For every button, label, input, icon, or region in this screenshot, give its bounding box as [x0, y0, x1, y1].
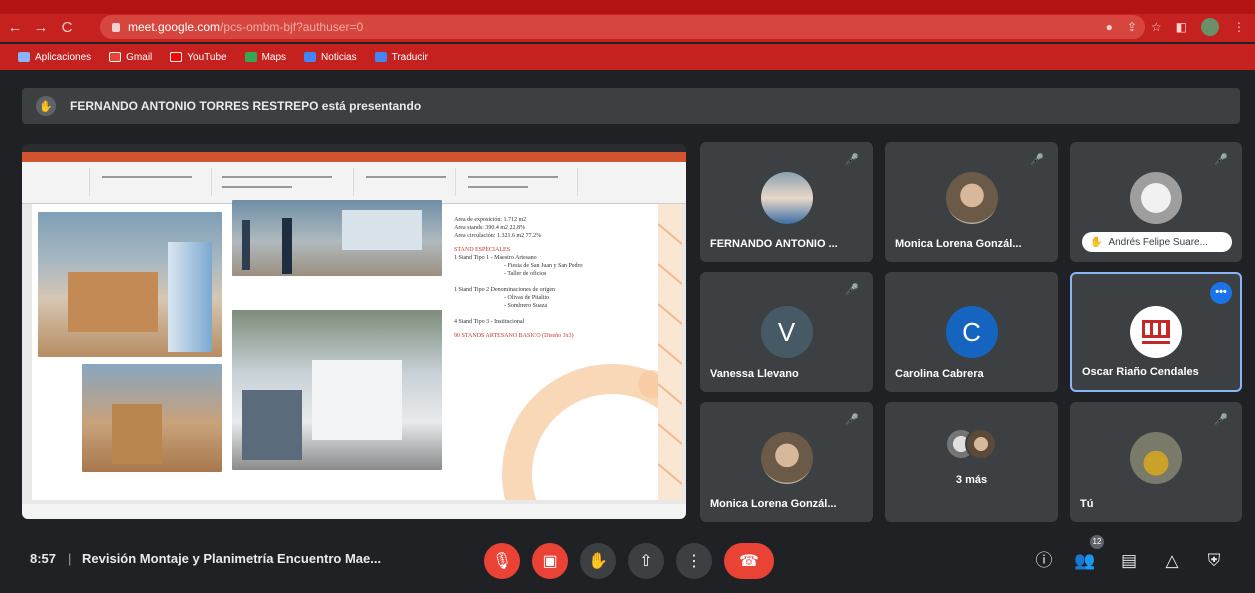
slide: Area de exposición: 1.712 m2 Area stands…: [32, 200, 682, 500]
present-button[interactable]: ⇧: [628, 543, 664, 579]
reload-icon[interactable]: C: [56, 19, 78, 36]
bookmark-aplicaciones[interactable]: Aplicaciones: [18, 52, 91, 63]
camera-toggle-button[interactable]: ▣: [532, 543, 568, 579]
participant-avatar: [760, 172, 813, 224]
chat-icon[interactable]: ▤: [1115, 547, 1143, 575]
mic-off-icon: 🎤: [1030, 154, 1044, 166]
profile-avatar[interactable]: [1201, 18, 1219, 36]
participant-name: Oscar Riaño Cendales: [1082, 366, 1199, 378]
bookmark-maps[interactable]: Maps: [244, 52, 286, 63]
bookmarks-bar: Aplicaciones Gmail YouTube Maps Noticias…: [0, 44, 1255, 70]
participant-tile-5[interactable]: C Carolina Cabrera: [885, 272, 1058, 392]
mic-off-icon: 🎤: [1214, 154, 1228, 166]
self-avatar: [1130, 432, 1182, 484]
meeting-time: 8:57: [30, 551, 57, 566]
participant-name: FERNANDO ANTONIO ...: [710, 238, 838, 250]
participant-name: Monica Lorena Gonzál...: [895, 238, 1022, 250]
participant-tile-1[interactable]: 🎤 FERNANDO ANTONIO ...: [700, 142, 873, 262]
separator: |: [68, 551, 72, 566]
more-participants-label: 3 más: [955, 474, 988, 486]
mic-toggle-button[interactable]: 🎙: [484, 543, 520, 579]
mic-off-icon: 🎤: [845, 414, 859, 426]
people-count-badge: 12: [1090, 535, 1104, 549]
share-icon[interactable]: ⇪: [1127, 20, 1137, 34]
shared-screen[interactable]: Area de exposición: 1.712 m2 Area stands…: [22, 144, 686, 519]
raise-hand-button[interactable]: ✋: [580, 543, 616, 579]
slide-text: Area de exposición: 1.712 m2 Area stands…: [454, 217, 583, 339]
presenting-banner: ✋ FERNANDO ANTONIO TORRES RESTREPO está …: [22, 88, 1240, 124]
lock-icon: [112, 22, 120, 32]
url-path: /pcs-ombm-bjf?authuser=0: [220, 20, 364, 34]
mic-off-icon: 🎤: [845, 284, 859, 296]
bookmark-gmail[interactable]: Gmail: [109, 52, 152, 63]
expo-photo-2: [232, 200, 442, 276]
presenter-avatar: ✋: [36, 96, 56, 116]
leave-call-button[interactable]: ☎: [724, 543, 774, 579]
powerpoint-titlebar: [22, 152, 686, 162]
more-options-icon[interactable]: •••: [1210, 282, 1232, 304]
url-host: meet.google.com: [128, 20, 221, 34]
people-icon[interactable]: 👥: [1071, 547, 1099, 575]
more-options-button[interactable]: ⋮: [676, 543, 712, 579]
participant-name: Monica Lorena Gonzál...: [710, 498, 837, 510]
forward-icon[interactable]: →: [30, 19, 52, 36]
maps-icon: [244, 52, 257, 62]
youtube-icon: [170, 52, 183, 62]
participant-tile-2[interactable]: 🎤 Monica Lorena Gonzál...: [885, 142, 1058, 262]
apps-icon: [18, 52, 30, 62]
bookmark-noticias[interactable]: Noticias: [304, 52, 357, 63]
participant-tile-7[interactable]: 🎤 Monica Lorena Gonzál...: [700, 402, 873, 522]
speaking-pill: ✋ Andrés Felipe Suare...: [1082, 232, 1232, 252]
expo-photo-1: [38, 212, 222, 357]
slide-pattern: [658, 204, 682, 500]
participant-avatar: [1130, 172, 1182, 224]
participant-letter-avatar: V: [760, 306, 813, 358]
participant-tile-4[interactable]: 🎤 V Vanessa Llevano: [700, 272, 873, 392]
participant-tile-3[interactable]: 🎤 ✋ Andrés Felipe Suare...: [1070, 142, 1242, 262]
participant-tile-6[interactable]: ••• Oscar Riaño Cendales: [1070, 272, 1242, 392]
participant-logo: [1130, 306, 1182, 358]
expo-photo-4: [232, 310, 442, 470]
meet-window: ✋ FERNANDO ANTONIO TORRES RESTREPO está …: [0, 72, 1255, 593]
back-icon[interactable]: ←: [4, 19, 26, 36]
participant-avatar: [760, 432, 813, 484]
participant-letter-avatar: C: [945, 306, 998, 358]
meeting-title: Revisión Montaje y Planimetría Encuentro…: [82, 551, 382, 566]
star-icon[interactable]: ☆: [1151, 20, 1162, 34]
participant-avatar: [945, 172, 998, 224]
toolbar-icons: ● ⇪ ☆ ◧ ⋮: [1106, 15, 1245, 39]
camera-icon[interactable]: ●: [1106, 20, 1113, 34]
sidepanel-icon[interactable]: ◧: [1176, 20, 1187, 34]
info-icon[interactable]: ⓘ: [1030, 547, 1058, 575]
powerpoint-ribbon: [22, 162, 686, 204]
participant-tile-8[interactable]: 3 más: [885, 402, 1058, 522]
activities-icon[interactable]: △: [1158, 547, 1186, 575]
address-bar[interactable]: meet.google.com /pcs-ombm-bjf?authuser=0: [100, 15, 1145, 39]
participant-name: Andrés Felipe Suare...: [1108, 236, 1208, 248]
self-name: Tú: [1080, 498, 1094, 510]
slide-decoration: [502, 364, 682, 500]
group-avatars: [945, 428, 999, 464]
presenting-text: FERNANDO ANTONIO TORRES RESTREPO está pr…: [70, 99, 422, 113]
mic-off-icon: 🎤: [845, 154, 859, 166]
host-controls-icon[interactable]: ⛨: [1200, 547, 1228, 575]
expo-photo-3: [82, 364, 222, 472]
powerpoint-statusbar: [22, 504, 686, 519]
control-bar: 8:57 | Revisión Montaje y Planimetría En…: [0, 529, 1255, 593]
hand-icon: ✋: [1090, 236, 1103, 248]
menu-icon[interactable]: ⋮: [1233, 20, 1245, 34]
participant-tile-self[interactable]: 🎤 Tú: [1070, 402, 1242, 522]
translate-icon: [374, 52, 387, 62]
bookmark-traducir[interactable]: Traducir: [374, 52, 428, 63]
mic-off-icon: 🎤: [1214, 414, 1228, 426]
participant-name: Vanessa Llevano: [710, 368, 799, 380]
participant-name: Carolina Cabrera: [895, 368, 984, 380]
slide-canvas: Area de exposición: 1.712 m2 Area stands…: [22, 200, 686, 504]
gmail-icon: [109, 52, 122, 62]
bookmark-youtube[interactable]: YouTube: [170, 52, 227, 63]
news-icon: [304, 52, 317, 62]
